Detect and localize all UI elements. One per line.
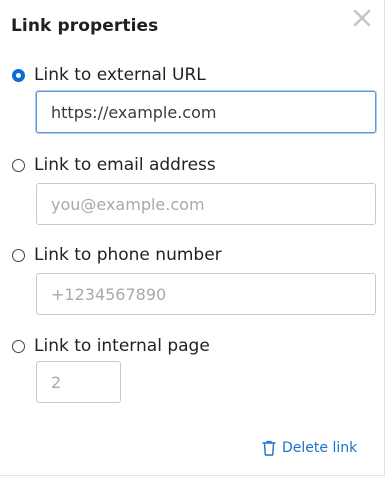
option-email-address[interactable]: Link to email address — [12, 155, 216, 175]
external-url-radio[interactable] — [12, 68, 25, 82]
internal-page-radio[interactable] — [12, 339, 25, 353]
option-phone-number[interactable]: Link to phone number — [12, 245, 222, 265]
phone-number-radio[interactable] — [12, 248, 25, 262]
external-url-input[interactable] — [36, 91, 376, 133]
option-external-url[interactable]: Link to external URL — [12, 65, 206, 85]
email-address-radio[interactable] — [12, 158, 25, 172]
page: Link properties Link to external URL Lin… — [0, 0, 389, 478]
external-url-label: Link to external URL — [34, 65, 206, 85]
delete-link-button[interactable]: Delete link — [261, 439, 357, 457]
trash-icon — [262, 440, 276, 456]
dialog-title: Link properties — [11, 16, 159, 36]
phone-number-label: Link to phone number — [34, 245, 222, 265]
internal-page-input[interactable] — [36, 361, 121, 403]
link-properties-dialog: Link properties Link to external URL Lin… — [0, 0, 385, 476]
option-internal-page[interactable]: Link to internal page — [12, 336, 210, 356]
email-address-input[interactable] — [36, 183, 376, 225]
phone-number-input[interactable] — [36, 273, 376, 315]
internal-page-label: Link to internal page — [34, 336, 210, 356]
delete-link-label: Delete link — [282, 440, 358, 456]
email-address-label: Link to email address — [34, 155, 216, 175]
close-icon[interactable] — [351, 7, 373, 29]
